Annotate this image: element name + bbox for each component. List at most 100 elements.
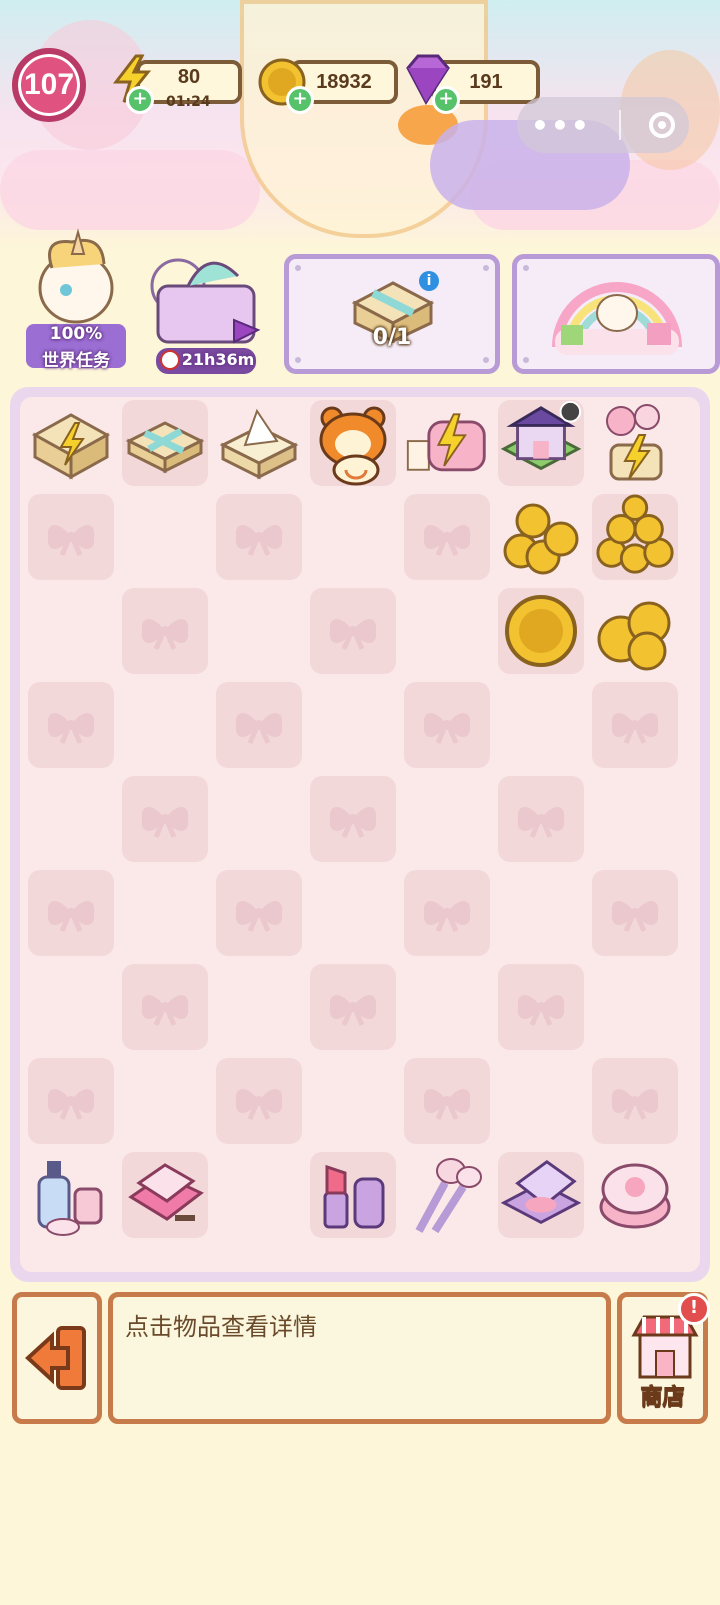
bow-icon <box>329 995 377 1026</box>
exit-icon <box>25 1326 86 1390</box>
bow-icon <box>611 1089 659 1120</box>
board-item-energy-vanity[interactable] <box>404 400 490 486</box>
board-item-gift-energy[interactable] <box>28 400 114 486</box>
coin-stack-small-icon <box>597 601 671 671</box>
board-item-gift-box-open[interactable] <box>216 400 302 486</box>
world-task-label: 世界任务 <box>42 351 110 371</box>
board-cell-empty[interactable] <box>28 964 114 1050</box>
board-cell-empty[interactable] <box>498 682 584 768</box>
board-cell-empty[interactable] <box>592 964 678 1050</box>
board-cell-empty[interactable] <box>216 964 302 1050</box>
board-cell-empty[interactable] <box>404 870 490 956</box>
board-cell-empty[interactable] <box>592 870 678 956</box>
board-cell-empty[interactable] <box>404 682 490 768</box>
unicorn-gift-panel[interactable] <box>512 254 720 374</box>
board-item-lipstick-set[interactable] <box>310 1152 396 1238</box>
board-cell-empty[interactable] <box>28 588 114 674</box>
board-cell-empty[interactable] <box>216 870 302 956</box>
board-cell-empty[interactable] <box>498 1058 584 1144</box>
board-item-powder-puff[interactable] <box>592 1152 678 1238</box>
board-cell-empty[interactable] <box>122 1058 208 1144</box>
order-panel[interactable]: i 0/1 <box>284 254 500 374</box>
energy-value: 80 <box>177 65 201 88</box>
cloud <box>0 150 260 230</box>
makeup-brushes-icon <box>415 1158 482 1234</box>
board-item-coin-stack-medium[interactable] <box>498 494 584 580</box>
amusement-park-event-button[interactable]: 21h36m <box>148 246 266 378</box>
gift-box-open-icon <box>219 408 299 480</box>
board-item-coin-single[interactable] <box>498 588 584 674</box>
board-cell-empty[interactable] <box>498 776 584 862</box>
screw <box>483 265 489 271</box>
board-cell-empty[interactable] <box>122 870 208 956</box>
board-cell-empty[interactable] <box>122 588 208 674</box>
board-cell-empty[interactable] <box>404 1058 490 1144</box>
board-cell-empty[interactable] <box>122 682 208 768</box>
board-cell-empty[interactable] <box>310 870 396 956</box>
board-cell-empty[interactable] <box>310 682 396 768</box>
board-cell-empty[interactable] <box>404 964 490 1050</box>
board-cell-empty[interactable] <box>122 494 208 580</box>
info-icon[interactable]: i <box>419 271 439 291</box>
board-cell-empty[interactable] <box>310 588 396 674</box>
board-cell-empty[interactable] <box>592 776 678 862</box>
board-cell-empty[interactable] <box>310 964 396 1050</box>
board-cell-empty[interactable] <box>310 1058 396 1144</box>
exit-button[interactable] <box>12 1292 102 1424</box>
miniprogram-capsule: ••• <box>517 97 689 153</box>
bow-icon <box>517 807 565 838</box>
board-cell-empty[interactable] <box>216 776 302 862</box>
bow-icon <box>423 1089 471 1120</box>
shop-button[interactable]: 商店 ! <box>617 1292 710 1424</box>
house-building-icon <box>500 401 582 471</box>
board-item-house-building[interactable] <box>498 400 584 486</box>
board-cell-empty[interactable] <box>216 1058 302 1144</box>
board-item-makeup-brushes[interactable] <box>404 1152 490 1238</box>
bow-icon <box>329 807 377 838</box>
board-cell-empty[interactable] <box>404 776 490 862</box>
board-cell-empty[interactable] <box>216 494 302 580</box>
powder-puff-icon <box>599 1163 671 1229</box>
level-badge[interactable]: 107 <box>12 48 86 122</box>
board-cell-empty[interactable] <box>592 682 678 768</box>
close-target-icon[interactable] <box>648 112 675 138</box>
board-cell-empty[interactable] <box>310 494 396 580</box>
board-cell-empty[interactable] <box>28 1058 114 1144</box>
board-cell-empty[interactable] <box>404 588 490 674</box>
board-item-panda-bear[interactable] <box>310 400 396 486</box>
board-cell-empty[interactable] <box>216 682 302 768</box>
board-item-compact-mirror[interactable] <box>498 1152 584 1238</box>
board-item-eyeshadow-palette[interactable] <box>122 1152 208 1238</box>
board-cell-empty[interactable] <box>404 494 490 580</box>
board-item-cosmetic-bottles[interactable] <box>28 1152 114 1238</box>
board-cell-empty[interactable] <box>28 870 114 956</box>
board-item-gift-ribbon[interactable] <box>122 400 208 486</box>
more-icon[interactable]: ••• <box>531 109 591 142</box>
add-coins-button[interactable]: + <box>286 86 314 114</box>
bow-icon <box>47 901 95 932</box>
board-cell-empty[interactable] <box>498 964 584 1050</box>
board-cell-empty[interactable] <box>216 1152 302 1238</box>
bow-icon <box>611 713 659 744</box>
board-cell-empty[interactable] <box>28 494 114 580</box>
add-energy-button[interactable]: + <box>126 86 154 114</box>
bow-icon <box>141 807 189 838</box>
board-cell-empty[interactable] <box>28 682 114 768</box>
board-cell-empty[interactable] <box>592 1058 678 1144</box>
board-cell-empty[interactable] <box>122 776 208 862</box>
board-cell-empty[interactable] <box>122 964 208 1050</box>
screw <box>295 357 301 363</box>
board-cell-empty[interactable] <box>310 776 396 862</box>
coin-single-icon <box>505 595 577 667</box>
board-item-balloon-energy[interactable] <box>592 400 678 486</box>
world-task-button[interactable]: 100% 世界任务 <box>22 228 130 378</box>
add-gems-button[interactable]: + <box>432 86 460 114</box>
board-cell-empty[interactable] <box>498 870 584 956</box>
board-item-coin-pile-large[interactable] <box>592 494 678 580</box>
gift-ribbon-icon <box>125 421 205 474</box>
board-cell-empty[interactable] <box>28 776 114 862</box>
board-item-coin-stack-small[interactable] <box>592 588 678 674</box>
energy-vanity-icon <box>406 413 486 472</box>
board-cell-empty[interactable] <box>216 588 302 674</box>
bow-icon <box>141 619 189 650</box>
